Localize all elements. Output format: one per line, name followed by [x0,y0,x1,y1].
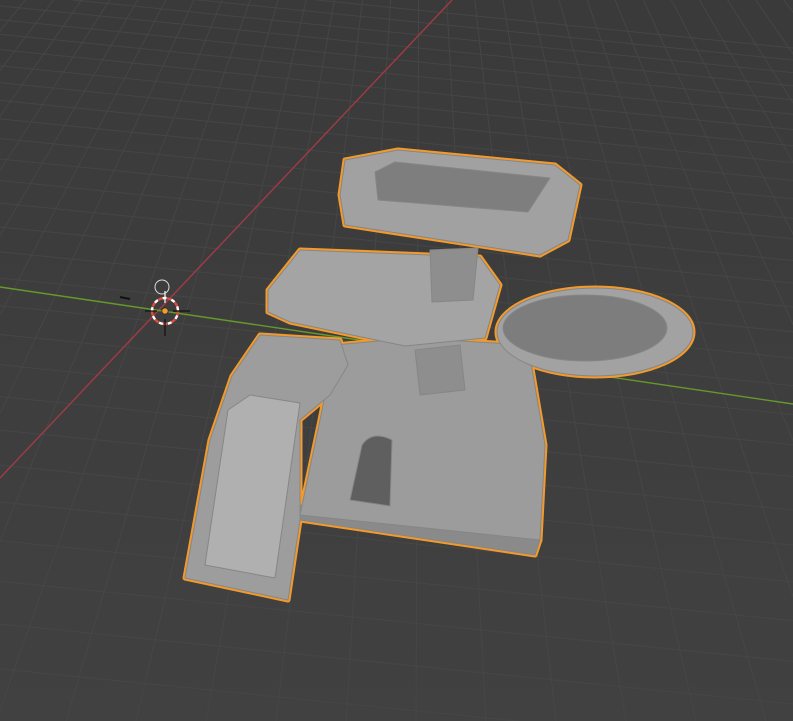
viewport-canvas[interactable] [0,0,793,721]
origin-dot-icon [161,307,169,315]
3d-viewport[interactable] [0,0,793,721]
